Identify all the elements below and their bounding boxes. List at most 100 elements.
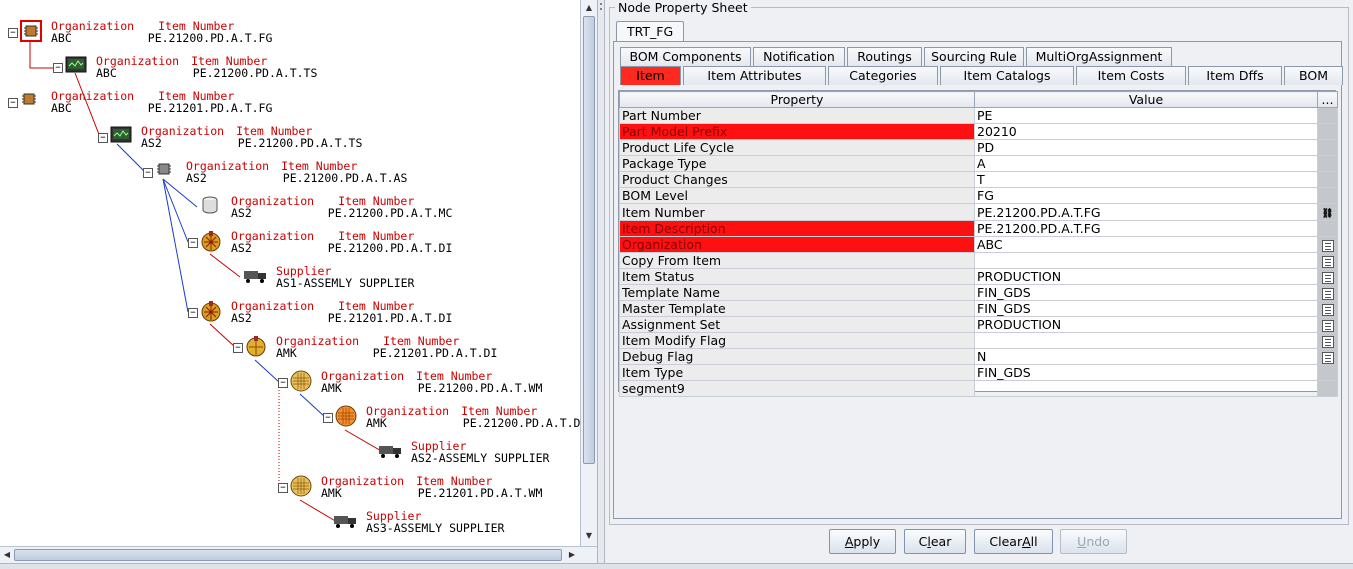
property-value-cell[interactable]: PRODUCTION: [974, 316, 1318, 333]
property-value-cell[interactable]: A: [974, 155, 1318, 172]
property-value-cell[interactable]: ABC: [974, 236, 1318, 253]
list-of-values-icon[interactable]: [1321, 255, 1334, 268]
scroll-thumb[interactable]: [14, 549, 562, 561]
row-action-cell[interactable]: ⛓: [1317, 203, 1338, 221]
tree-node[interactable]: − Organization Item Number AS2 PE.21200.PD…: [143, 160, 443, 194]
tree-horizontal-scrollbar[interactable]: ◀ ▶: [0, 546, 597, 563]
tree-node[interactable]: − Organization Item Number AS2 PE.21201.PD…: [188, 300, 488, 334]
tree-node-supplier[interactable]: Supplier AS3-ASSEMLY SUPPLIER: [323, 510, 580, 544]
list-of-values-icon[interactable]: [1321, 303, 1334, 316]
list-of-values-icon[interactable]: [1321, 287, 1334, 300]
property-value-cell[interactable]: [974, 252, 1318, 269]
tree-node[interactable]: − Organization Item Number AS2 PE.21200.PD…: [98, 125, 398, 159]
row-action-cell[interactable]: [1317, 316, 1338, 333]
apply-button[interactable]: Apply: [829, 529, 896, 554]
row-action-cell[interactable]: [1317, 348, 1338, 365]
collapse-toggle-icon[interactable]: −: [8, 28, 18, 38]
property-value-cell[interactable]: [974, 332, 1318, 349]
tab-multiorg-assignment[interactable]: MultiOrgAssignment: [1026, 47, 1172, 66]
property-value-cell[interactable]: PE: [974, 107, 1318, 124]
property-value-cell[interactable]: FIN_GDS: [974, 284, 1318, 301]
scroll-down-icon[interactable]: ▼: [583, 530, 595, 542]
property-value-cell[interactable]: [974, 380, 1318, 397]
link-icon[interactable]: ⛓: [1322, 208, 1333, 220]
collapse-toggle-icon[interactable]: −: [188, 238, 198, 248]
tree-node[interactable]: Organization Item Number AS2 PE.21200.PD.A…: [188, 195, 488, 229]
property-value-cell[interactable]: 20210: [974, 123, 1318, 140]
scroll-right-icon[interactable]: ▶: [566, 549, 578, 561]
property-row[interactable]: Item Type FIN_GDS: [619, 364, 1338, 381]
property-value-cell[interactable]: PE.21200.PD.A.T.FG: [974, 203, 1318, 221]
collapse-toggle-icon[interactable]: −: [98, 133, 108, 143]
tree-node[interactable]: − Organization Item Number AMK PE.21200.PD…: [278, 370, 578, 404]
list-of-values-icon[interactable]: [1321, 351, 1334, 364]
tab-item-attributes[interactable]: Item Attributes: [683, 66, 826, 85]
row-action-cell[interactable]: [1317, 332, 1338, 349]
property-value-cell[interactable]: FIN_GDS: [974, 364, 1318, 381]
list-of-values-icon[interactable]: [1321, 239, 1334, 252]
collapse-toggle-icon[interactable]: −: [53, 63, 63, 73]
property-row[interactable]: Product Changes T: [619, 171, 1338, 188]
tree-node-supplier[interactable]: Supplier AS1-ASSEMLY SUPPLIER: [233, 265, 533, 299]
collapse-toggle-icon[interactable]: −: [278, 378, 288, 388]
tab-bom-components[interactable]: BOM Components: [620, 47, 751, 66]
row-action-cell[interactable]: [1317, 252, 1338, 269]
tree-node-supplier[interactable]: Supplier AS2-ASSEMLY SUPPLIER: [368, 440, 580, 474]
property-value-cell[interactable]: N: [974, 348, 1318, 365]
tab-item-dffs[interactable]: Item Dffs: [1188, 66, 1282, 85]
property-row[interactable]: Item Description PE.21200.PD.A.T.FG: [619, 220, 1338, 237]
clear-button[interactable]: Clear: [904, 529, 966, 554]
tree-node[interactable]: − Organization Item Number AS2 PE.21200.PD…: [188, 230, 488, 264]
property-row[interactable]: Package Type A: [619, 155, 1338, 172]
list-of-values-icon[interactable]: [1321, 335, 1334, 348]
row-action-cell[interactable]: [1317, 236, 1338, 253]
property-row[interactable]: Organization ABC: [619, 236, 1338, 253]
pane-splitter[interactable]: [597, 0, 605, 569]
tree-node[interactable]: − Organization Item Number ABC PE.21200.PD…: [53, 55, 353, 89]
property-row[interactable]: Item Status PRODUCTION: [619, 268, 1338, 285]
tree-node[interactable]: − Organization Item Number ABC PE.21201.PD…: [8, 90, 308, 124]
tab-routings[interactable]: Routings: [847, 47, 922, 66]
property-row[interactable]: Copy From Item: [619, 252, 1338, 269]
property-row[interactable]: Product Life Cycle PD: [619, 139, 1338, 156]
row-action-cell[interactable]: [1317, 284, 1338, 301]
collapse-toggle-icon[interactable]: −: [278, 483, 288, 493]
undo-button[interactable]: Undo: [1060, 529, 1127, 554]
property-value-cell[interactable]: PD: [974, 139, 1318, 156]
property-row[interactable]: Debug Flag N: [619, 348, 1338, 365]
tab-item[interactable]: Item: [620, 66, 681, 85]
hierarchy-tree[interactable]: − Organization Item Number ABC PE.21200.PD…: [0, 0, 580, 546]
collapse-toggle-icon[interactable]: −: [323, 413, 333, 423]
property-row[interactable]: segment9: [619, 380, 1338, 397]
scroll-left-icon[interactable]: ◀: [1, 549, 13, 561]
list-of-values-icon[interactable]: [1321, 271, 1334, 284]
property-row[interactable]: Master Template FIN_GDS: [619, 300, 1338, 317]
column-header-property[interactable]: Property: [619, 91, 975, 108]
property-value-cell[interactable]: PRODUCTION: [974, 268, 1318, 285]
property-row[interactable]: Template Name FIN_GDS: [619, 284, 1338, 301]
tab-sourcing-rule[interactable]: Sourcing Rule: [924, 47, 1024, 66]
property-row[interactable]: Item Modify Flag: [619, 332, 1338, 349]
tree-node[interactable]: − Organization Item Number AMK PE.21201.PD…: [278, 475, 578, 509]
property-row[interactable]: Assignment Set PRODUCTION: [619, 316, 1338, 333]
row-action-cell[interactable]: [1317, 268, 1338, 285]
tab-item-costs[interactable]: Item Costs: [1076, 66, 1186, 85]
clearall-button[interactable]: ClearAll: [974, 529, 1053, 554]
scroll-up-icon[interactable]: ▲: [583, 2, 595, 14]
tree-vertical-scrollbar[interactable]: ▲ ▼: [580, 0, 597, 546]
collapse-toggle-icon[interactable]: −: [233, 343, 243, 353]
row-action-cell[interactable]: [1317, 300, 1338, 317]
property-value-cell[interactable]: FG: [974, 187, 1318, 204]
tab-notification[interactable]: Notification: [753, 47, 845, 66]
collapse-toggle-icon[interactable]: −: [143, 168, 153, 178]
scroll-thumb[interactable]: [583, 16, 595, 464]
tab-item-catalogs[interactable]: Item Catalogs: [940, 66, 1074, 85]
list-of-values-icon[interactable]: [1321, 319, 1334, 332]
tab-node[interactable]: TRT_FG: [616, 21, 685, 42]
collapse-toggle-icon[interactable]: −: [8, 98, 18, 108]
column-header-value[interactable]: Value: [974, 91, 1318, 108]
property-value-cell[interactable]: T: [974, 171, 1318, 188]
property-row[interactable]: Part Number PE: [619, 107, 1338, 124]
tab-bom[interactable]: BOM: [1284, 66, 1343, 85]
column-header-more[interactable]: ...: [1317, 91, 1338, 108]
